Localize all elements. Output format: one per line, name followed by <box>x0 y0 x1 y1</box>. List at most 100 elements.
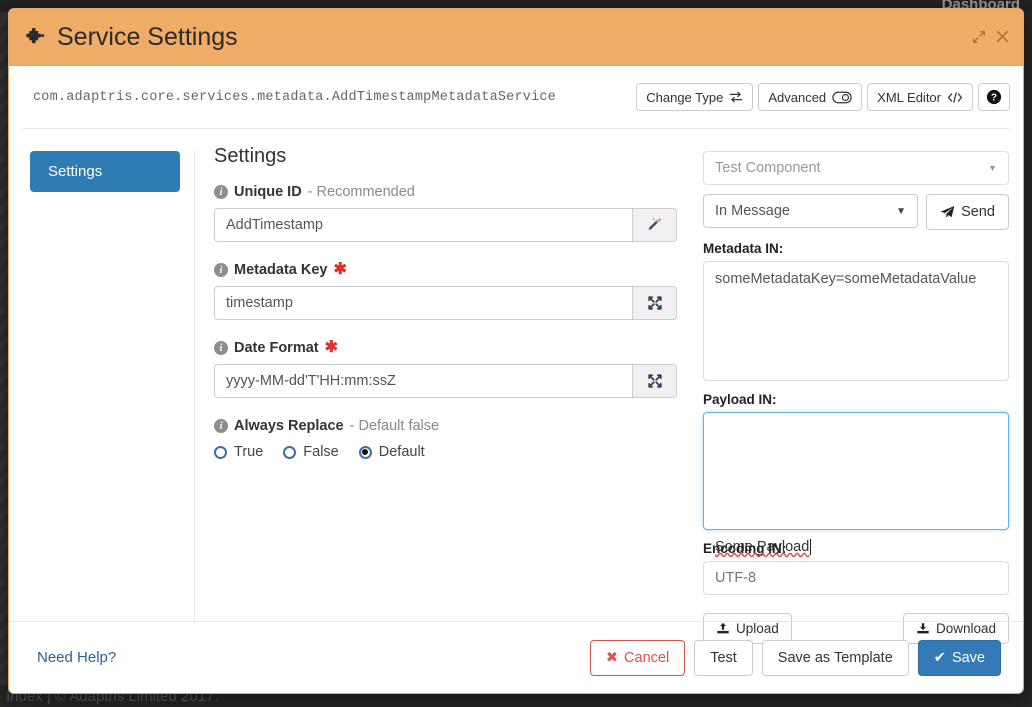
close-icon[interactable] <box>995 29 1010 44</box>
advanced-label: Advanced <box>768 89 827 105</box>
radio-circle <box>214 445 227 459</box>
dialog-title-text: Service Settings <box>57 22 238 51</box>
service-settings-dialog: Service Settings com.adaptris.core.servi… <box>8 8 1024 694</box>
field-label-text: Date Format <box>234 340 319 356</box>
radio-circle-selected <box>358 445 372 459</box>
x-mark-icon: ✖ <box>605 649 619 666</box>
check-mark-icon: ✔ <box>933 649 946 666</box>
message-direction-value: In Message <box>715 203 790 219</box>
dialog-footer: Need Help? ✖ Cancel Test Save as Templat… <box>9 621 1023 693</box>
send-label: Send <box>961 204 995 220</box>
payload-in-textarea[interactable] <box>703 412 1009 530</box>
toggle-switch-icon <box>832 91 852 104</box>
payload-in-label: Payload IN: <box>703 392 777 407</box>
field-unique-id: i Unique ID - Recommended <box>214 184 677 242</box>
field-date-format: i Date Format ✱ <box>214 340 677 398</box>
expand-arrows-icon <box>647 373 663 389</box>
unique-id-input[interactable] <box>214 208 632 242</box>
test-panel: Test Component ▼ In Message ▼ Send Metad… <box>695 151 1009 644</box>
xml-editor-button[interactable]: XML Editor <box>867 83 973 111</box>
expand-icon[interactable] <box>972 30 986 44</box>
required-asterisk: ✱ <box>324 339 339 356</box>
dialog-subheader: com.adaptris.core.services.metadata.AddT… <box>9 66 1023 128</box>
expand-arrows-button[interactable] <box>632 286 677 320</box>
encoding-in-label: Encoding IN: <box>703 541 787 556</box>
need-help-link[interactable]: Need Help? <box>37 649 116 666</box>
info-icon[interactable]: i <box>214 185 228 199</box>
radio-option-false[interactable]: False <box>283 444 339 460</box>
section-title: Settings <box>214 145 287 167</box>
radio-circle <box>283 445 297 459</box>
message-direction-select[interactable]: In Message ▼ <box>703 194 918 228</box>
cancel-button[interactable]: ✖ Cancel <box>589 639 686 676</box>
send-button[interactable]: Send <box>926 194 1009 230</box>
required-asterisk: ✱ <box>333 261 347 278</box>
field-label-text: Metadata Key <box>234 262 328 278</box>
radio-label: False <box>303 444 339 460</box>
service-class-path: com.adaptris.core.services.metadata.AddT… <box>33 89 556 105</box>
magic-wand-button[interactable] <box>632 208 677 242</box>
encoding-in-value: UTF-8 <box>715 570 757 586</box>
field-metadata-key: i Metadata Key ✱ <box>214 262 677 320</box>
dialog-body: Settings Settings i Unique ID - Recommen… <box>9 129 1023 644</box>
payload-in-wrapper: Some Payload <box>703 412 1009 555</box>
paper-plane-icon <box>940 205 955 220</box>
radio-label: True <box>234 444 264 460</box>
radio-option-true[interactable]: True <box>214 444 263 460</box>
dialog-header: Service Settings <box>9 9 1023 66</box>
test-component-value: Test Component <box>715 160 821 176</box>
sidebar-item-label: Settings <box>48 163 103 180</box>
help-button[interactable]: ? <box>978 83 1010 111</box>
field-hint: - Default false <box>349 418 440 434</box>
test-component-select[interactable]: Test Component ▼ <box>703 151 1009 185</box>
expand-arrows-button[interactable] <box>632 364 677 398</box>
chevron-down-icon: ▼ <box>988 163 997 173</box>
save-label: Save <box>951 649 985 666</box>
cancel-label: Cancel <box>624 649 670 666</box>
footer-buttons: ✖ Cancel Test Save as Template ✔ Save <box>589 639 1001 676</box>
field-label-text: Unique ID <box>234 184 302 200</box>
dialog-header-actions <box>972 29 1010 44</box>
encoding-in-field[interactable]: UTF-8 <box>703 561 1009 595</box>
dialog-toolbar: Change Type Advanced XML Editor ? <box>636 83 1010 111</box>
input-group-metadata-key <box>214 286 677 320</box>
date-format-input[interactable] <box>214 364 632 398</box>
advanced-toggle-button[interactable]: Advanced <box>758 83 863 111</box>
test-label: Test <box>710 649 737 666</box>
field-label-date-format: i Date Format ✱ <box>214 340 677 356</box>
message-direction-row: In Message ▼ Send <box>703 194 1009 230</box>
metadata-in-label: Metadata IN: <box>703 241 784 256</box>
metadata-in-textarea[interactable] <box>703 261 1009 381</box>
save-as-template-button[interactable]: Save as Template <box>761 639 909 676</box>
question-circle-icon: ? <box>986 89 1002 105</box>
field-hint: - Recommended <box>307 184 415 200</box>
xml-editor-label: XML Editor <box>877 89 941 105</box>
change-type-label: Change Type <box>646 89 724 105</box>
metadata-key-input[interactable] <box>214 286 632 320</box>
svg-text:?: ? <box>991 93 997 104</box>
chevron-down-icon: ▼ <box>896 205 906 217</box>
save-button[interactable]: ✔ Save <box>917 639 1001 676</box>
field-label-metadata-key: i Metadata Key ✱ <box>214 262 677 278</box>
sidebar-item-settings[interactable]: Settings <box>30 151 180 192</box>
change-type-button[interactable]: Change Type <box>636 83 754 111</box>
field-label-text: Always Replace <box>234 418 344 434</box>
dialog-sidenav: Settings <box>23 151 195 621</box>
save-as-template-label: Save as Template <box>777 649 893 666</box>
test-button[interactable]: Test <box>694 639 753 676</box>
expand-arrows-icon <box>647 295 663 311</box>
always-replace-radio-group: True False Default <box>214 444 677 460</box>
input-group-unique-id <box>214 208 677 242</box>
exchange-arrows-icon <box>729 90 743 104</box>
info-icon[interactable]: i <box>214 263 228 277</box>
field-label-unique-id: i Unique ID - Recommended <box>214 184 677 200</box>
magic-wand-icon <box>646 217 663 234</box>
puzzle-piece-icon <box>25 26 47 48</box>
field-label-always-replace: i Always Replace - Default false <box>214 418 677 434</box>
info-icon[interactable]: i <box>214 419 228 433</box>
radio-option-default[interactable]: Default <box>358 444 425 460</box>
code-tags-icon <box>947 91 963 104</box>
input-group-date-format <box>214 364 677 398</box>
info-icon[interactable]: i <box>214 341 228 355</box>
settings-form: Settings i Unique ID - Recommended AddTi… <box>195 145 695 621</box>
